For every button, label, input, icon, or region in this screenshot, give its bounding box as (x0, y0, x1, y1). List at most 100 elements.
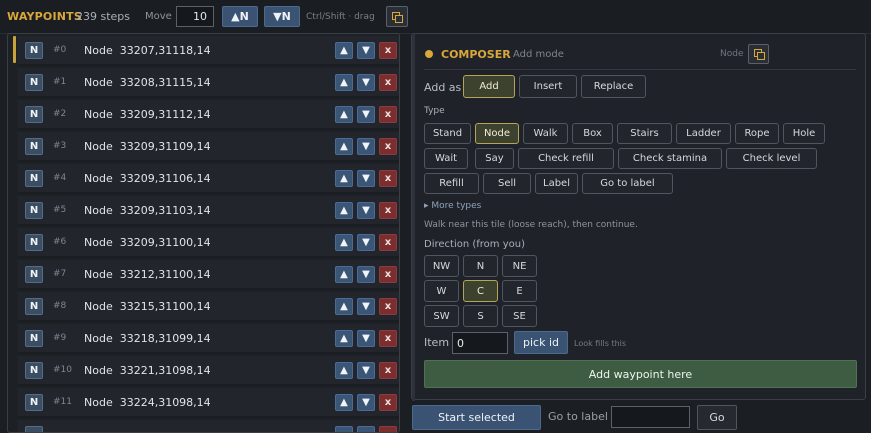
move-up-button[interactable] (335, 426, 353, 432)
type-option[interactable]: Ladder (676, 123, 731, 144)
add-as-option[interactable]: Add (463, 75, 515, 98)
delete-button[interactable] (379, 426, 397, 432)
type-option[interactable]: Hole (783, 123, 825, 144)
waypoint-row[interactable]: N #8 Node 33215,31100,14 ▲ ▼ x (18, 292, 399, 322)
delete-button[interactable]: x (379, 362, 397, 379)
node-type-badge[interactable]: N (25, 362, 43, 379)
pick-id-button[interactable]: pick id (514, 331, 568, 354)
move-up-button[interactable]: ▲ (335, 170, 353, 187)
move-down-button[interactable]: ▼ (357, 330, 375, 347)
node-type-badge[interactable]: N (25, 106, 43, 123)
node-type-badge[interactable]: N (25, 298, 43, 315)
move-up-button[interactable]: ▲ (335, 266, 353, 283)
node-type-badge[interactable] (25, 426, 43, 432)
delete-button[interactable]: x (379, 42, 397, 59)
move-down-button[interactable]: ▼ (357, 266, 375, 283)
node-type-badge[interactable]: N (25, 234, 43, 251)
waypoint-row[interactable]: N #2 Node 33209,31112,14 ▲ ▼ x (18, 100, 399, 130)
type-option[interactable]: Sell (483, 173, 531, 194)
type-option[interactable]: Check level (726, 148, 817, 169)
node-type-badge[interactable]: N (25, 266, 43, 283)
delete-button[interactable]: x (379, 266, 397, 283)
move-up-button[interactable]: ▲ (335, 234, 353, 251)
direction-option[interactable]: SE (502, 305, 537, 327)
type-option[interactable]: Say (475, 148, 514, 169)
direction-option[interactable]: W (424, 280, 459, 302)
waypoint-row[interactable]: N #7 Node 33212,31100,14 ▲ ▼ x (18, 260, 399, 290)
waypoint-row[interactable]: N #4 Node 33209,31106,14 ▲ ▼ x (18, 164, 399, 194)
go-to-label-input[interactable] (611, 406, 690, 428)
move-down-button[interactable]: ▼ (357, 202, 375, 219)
waypoint-row[interactable]: N #11 Node 33224,31098,14 ▲ ▼ x (18, 388, 399, 418)
move-down-button[interactable]: ▼ (357, 170, 375, 187)
type-option[interactable]: Stairs (617, 123, 672, 144)
waypoint-row[interactable]: N #9 Node 33218,31099,14 ▲ ▼ x (18, 324, 399, 354)
move-up-button[interactable]: ▲ (335, 106, 353, 123)
move-up-button[interactable]: ▲ (335, 138, 353, 155)
move-down-button[interactable] (357, 426, 375, 432)
delete-button[interactable]: x (379, 170, 397, 187)
move-up-button[interactable]: ▲ (335, 298, 353, 315)
node-type-badge[interactable]: N (25, 394, 43, 411)
delete-button[interactable]: x (379, 298, 397, 315)
node-type-badge[interactable]: N (25, 330, 43, 347)
waypoint-row[interactable]: N #6 Node 33209,31100,14 ▲ ▼ x (18, 228, 399, 258)
composer-copy-button[interactable] (748, 44, 769, 64)
move-down-button[interactable]: ▼ (357, 298, 375, 315)
move-down-button[interactable]: ▼ (357, 42, 375, 59)
type-option[interactable]: Walk (523, 123, 568, 144)
copy-button[interactable] (386, 6, 408, 27)
waypoint-row[interactable]: N #3 Node 33209,31109,14 ▲ ▼ x (18, 132, 399, 162)
direction-option[interactable]: N (463, 255, 498, 277)
type-option[interactable]: Go to label (582, 173, 673, 194)
waypoint-row[interactable]: N #5 Node 33209,31103,14 ▲ ▼ x (18, 196, 399, 226)
node-type-badge[interactable]: N (25, 42, 43, 59)
move-up-button[interactable]: ▲ (335, 330, 353, 347)
waypoint-list[interactable]: N #0 Node 33207,31118,14 ▲ ▼ x N #1 Node 33208,3… (7, 33, 400, 433)
move-down-button[interactable]: ▼ (357, 234, 375, 251)
type-option[interactable]: Box (572, 123, 613, 144)
move-up-button[interactable]: ▲ (335, 362, 353, 379)
delete-button[interactable]: x (379, 234, 397, 251)
move-up-button[interactable]: ▲ (335, 202, 353, 219)
node-type-badge[interactable]: N (25, 202, 43, 219)
delete-button[interactable]: x (379, 202, 397, 219)
direction-option[interactable]: NW (424, 255, 459, 277)
node-type-badge[interactable]: N (25, 74, 43, 91)
delete-button[interactable]: x (379, 394, 397, 411)
move-down-button[interactable]: ▼ (357, 362, 375, 379)
waypoint-row[interactable]: N #1 Node 33208,31115,14 ▲ ▼ x (18, 68, 399, 98)
node-type-badge[interactable]: N (25, 138, 43, 155)
direction-option[interactable]: C (463, 280, 498, 302)
waypoint-row[interactable]: N #10 Node 33221,31098,14 ▲ ▼ x (18, 356, 399, 386)
delete-button[interactable]: x (379, 106, 397, 123)
move-down-button[interactable]: ▼ (357, 138, 375, 155)
move-down-button[interactable]: ▼ (357, 74, 375, 91)
move-up-button[interactable]: ▲ (335, 74, 353, 91)
type-option[interactable]: Refill (424, 173, 479, 194)
direction-option[interactable]: SW (424, 305, 459, 327)
move-down-button[interactable]: ▼ (357, 394, 375, 411)
more-types-toggle[interactable]: ▸ More types (424, 201, 481, 211)
type-option[interactable]: Label (535, 173, 578, 194)
move-down-button[interactable]: ▼ (357, 106, 375, 123)
direction-option[interactable]: E (502, 280, 537, 302)
delete-button[interactable]: x (379, 330, 397, 347)
start-selected-button[interactable]: Start selected (412, 405, 541, 430)
waypoint-row[interactable]: N #0 Node 33207,31118,14 ▲ ▼ x (18, 36, 399, 66)
move-amount-input[interactable] (176, 6, 214, 27)
move-up-n-button[interactable]: ▲N (222, 6, 258, 27)
add-waypoint-button[interactable]: Add waypoint here (424, 360, 857, 388)
item-id-input[interactable] (452, 332, 508, 354)
node-type-badge[interactable]: N (25, 170, 43, 187)
add-as-option[interactable]: Replace (581, 75, 646, 98)
type-option[interactable]: Rope (735, 123, 779, 144)
direction-option[interactable]: NE (502, 255, 537, 277)
type-option[interactable]: Wait (424, 148, 468, 169)
move-up-button[interactable]: ▲ (335, 394, 353, 411)
go-button[interactable]: Go (697, 405, 737, 430)
type-option[interactable]: Check refill (518, 148, 614, 169)
delete-button[interactable]: x (379, 138, 397, 155)
move-down-n-button[interactable]: ▼N (264, 6, 300, 27)
delete-button[interactable]: x (379, 74, 397, 91)
